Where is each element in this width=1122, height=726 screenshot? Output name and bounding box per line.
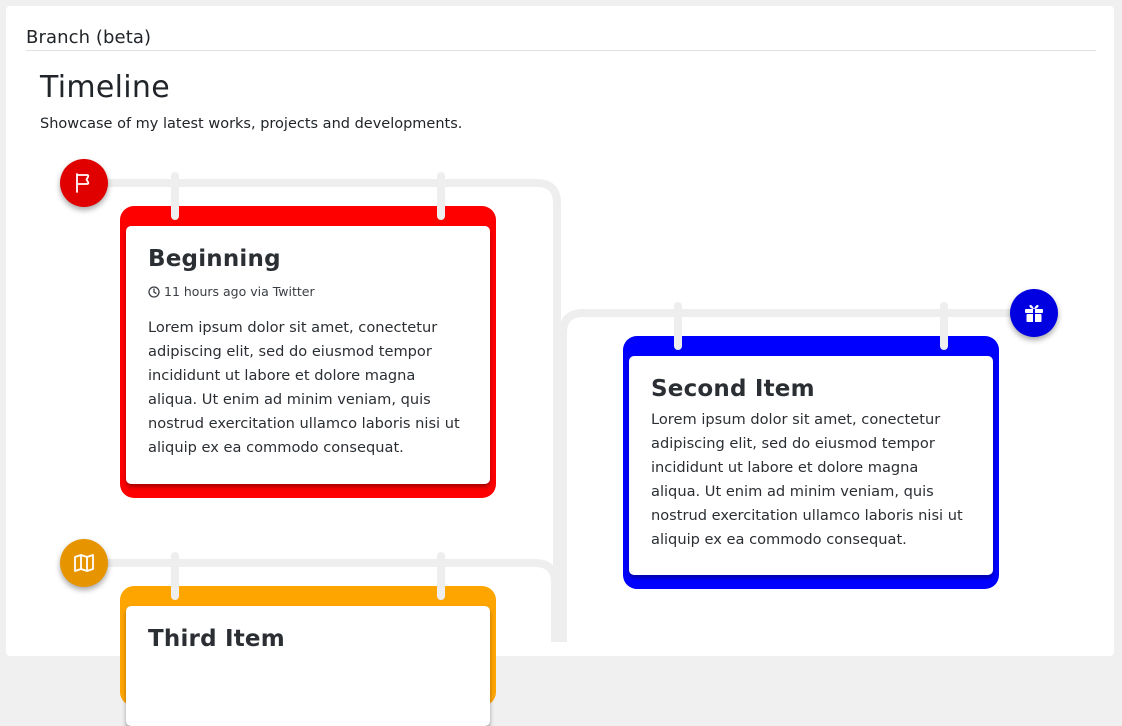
card-hanger-left <box>674 302 682 350</box>
card-title: Third Item <box>148 626 285 652</box>
card-hanger-left <box>171 172 179 220</box>
card-hanger-right <box>437 552 445 600</box>
card-content: Beginning 11 hours ago via Twitter Lorem… <box>126 226 490 484</box>
timeline-card-third-item[interactable]: Third Item <box>120 586 496 726</box>
card-body: Lorem ipsum dolor sit amet, conectetur a… <box>651 411 963 548</box>
card-body: Lorem ipsum dolor sit amet, conectetur a… <box>148 319 460 456</box>
gift-icon <box>1025 305 1043 322</box>
card-title: Beginning <box>148 246 281 272</box>
timeline-card-second-item[interactable]: Second Item Lorem ipsum dolor sit amet, … <box>623 336 999 589</box>
card-meta-text: 11 hours ago via Twitter <box>164 284 315 299</box>
card-hanger-right <box>437 172 445 220</box>
flag-icon <box>76 173 90 193</box>
timeline-card-beginning[interactable]: Beginning 11 hours ago via Twitter Lorem… <box>120 206 496 498</box>
clock-icon <box>148 285 160 298</box>
timeline-marker-map[interactable] <box>60 539 108 587</box>
card-content: Second Item Lorem ipsum dolor sit amet, … <box>629 356 993 575</box>
timeline-marker-flag[interactable] <box>60 159 108 207</box>
map-icon <box>74 554 94 572</box>
card-content: Third Item <box>126 606 490 726</box>
card-title: Second Item <box>651 376 815 402</box>
timeline-marker-gift[interactable] <box>1010 289 1058 337</box>
card-meta: 11 hours ago via Twitter <box>148 284 468 299</box>
card-hanger-right <box>940 302 948 350</box>
card-hanger-left <box>171 552 179 600</box>
